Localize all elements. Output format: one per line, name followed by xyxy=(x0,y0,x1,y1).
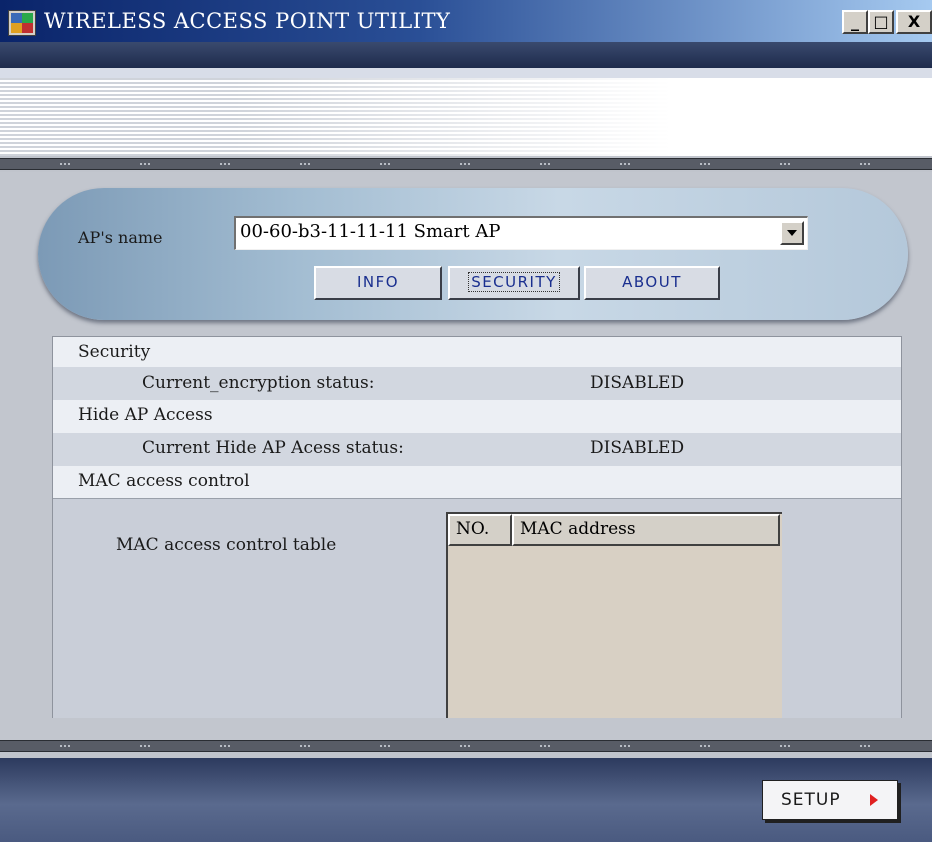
hide-ap-section-title: Hide AP Access xyxy=(78,405,213,425)
hide-ap-status-label: Current Hide AP Acess status: xyxy=(142,438,404,458)
mac-table-header: NO. MAC address xyxy=(448,514,780,546)
security-section-row xyxy=(53,337,901,370)
security-section-title: Security xyxy=(78,342,151,362)
maximize-button[interactable]: □ xyxy=(868,10,894,34)
hide-ap-status-value: DISABLED xyxy=(590,438,685,458)
setup-button[interactable]: SETUP xyxy=(762,780,898,820)
header-band xyxy=(0,42,932,68)
minimize-button[interactable]: _ xyxy=(842,10,868,34)
mac-col-address[interactable]: MAC address xyxy=(512,514,780,546)
encryption-status-value: DISABLED xyxy=(590,373,685,393)
setup-button-label: SETUP xyxy=(781,790,841,810)
top-dotted-divider xyxy=(0,158,932,170)
encryption-status-label: Current_encryption status: xyxy=(142,373,375,393)
ap-name-dropdown[interactable]: 00-60-b3-11-11-11 Smart AP xyxy=(234,216,808,250)
ap-selector-panel xyxy=(38,188,908,320)
tab-info[interactable]: INFO xyxy=(314,266,442,300)
play-arrow-icon xyxy=(870,794,878,806)
tab-security[interactable]: SECURITY xyxy=(448,266,580,300)
header-divider xyxy=(0,68,932,78)
mac-section-title: MAC access control xyxy=(78,471,250,491)
window-title: WIRELESS ACCESS POINT UTILITY xyxy=(44,9,451,33)
tab-info-label: INFO xyxy=(356,273,400,291)
ap-name-label: AP's name xyxy=(78,228,163,247)
tab-security-label: SECURITY xyxy=(468,272,560,292)
close-button[interactable]: X xyxy=(896,10,932,34)
mac-col-no[interactable]: NO. xyxy=(448,514,512,546)
tab-about-label: ABOUT xyxy=(622,273,682,291)
bottom-dotted-divider xyxy=(0,740,932,752)
dropdown-arrow-icon[interactable] xyxy=(780,221,804,245)
ap-name-value: 00-60-b3-11-11-11 Smart AP xyxy=(240,221,501,242)
header-stripes-fade xyxy=(0,78,932,156)
mac-table-label: MAC access control table xyxy=(116,535,337,555)
tab-about[interactable]: ABOUT xyxy=(584,266,720,300)
network-app-icon[interactable] xyxy=(8,10,36,36)
